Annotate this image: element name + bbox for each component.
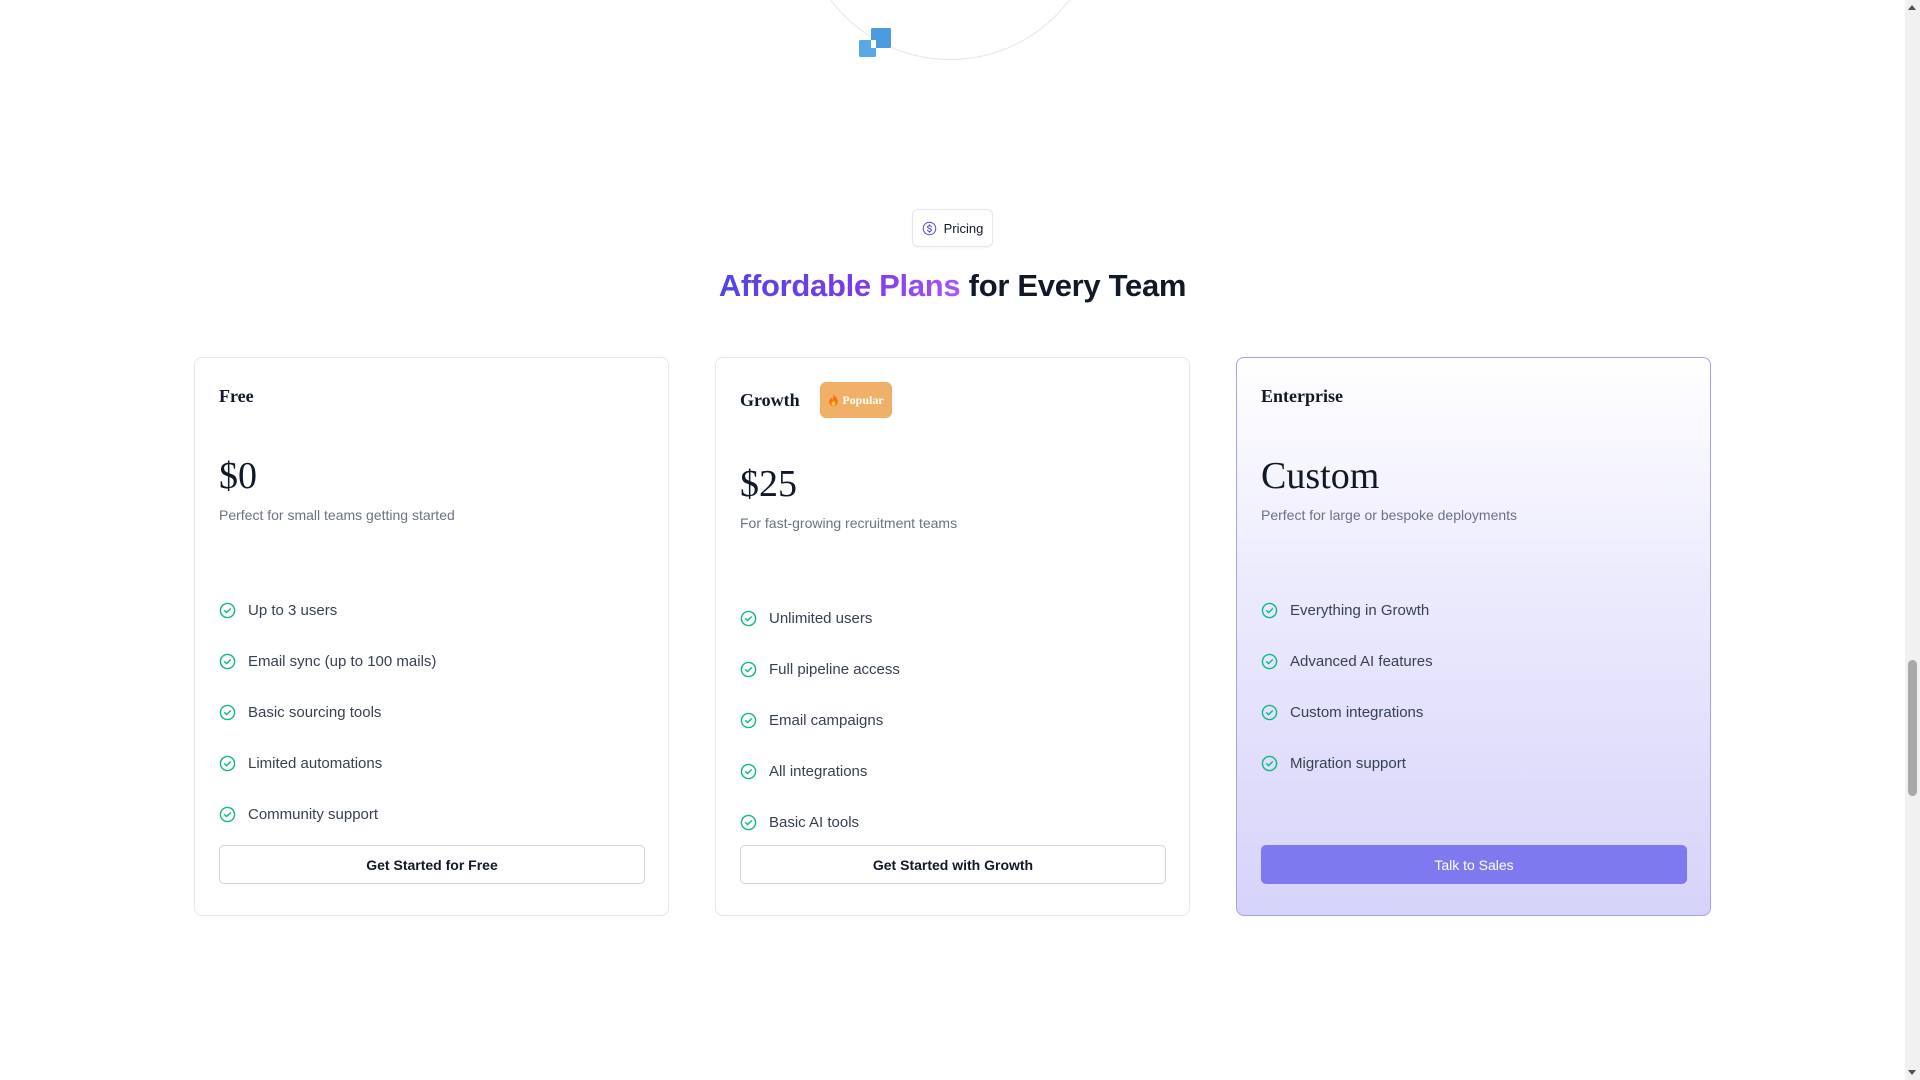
feature-text: Up to 3 users — [248, 602, 338, 619]
heading-highlight: Affordable Plans — [718, 268, 961, 303]
page: Pricing Affordable Plans for Every Team … — [0, 0, 1905, 1080]
plan-card-enterprise: Enterprise Custom Perfect for large or b… — [1236, 357, 1711, 916]
feature-text: Community support — [248, 806, 379, 823]
popular-badge-label: Popular — [842, 392, 884, 407]
feature-list: Unlimited users Full pipeline access Ema… — [740, 593, 900, 848]
plan-card-free: Free $0 Perfect for small teams getting … — [194, 357, 669, 916]
check-circle-icon — [219, 806, 236, 823]
plan-description: For fast-growing recruitment teams — [740, 515, 958, 531]
talk-to-sales-button[interactable]: Talk to Sales — [1261, 845, 1687, 884]
check-circle-icon — [740, 814, 757, 831]
feature-text: Basic AI tools — [769, 814, 860, 831]
check-circle-icon — [1261, 653, 1278, 670]
feature-text: Basic sourcing tools — [248, 704, 382, 721]
feature-text: Full pipeline access — [769, 661, 900, 678]
check-circle-icon — [219, 755, 236, 772]
scrollbar-thumb[interactable] — [1908, 660, 1917, 796]
check-circle-icon — [740, 763, 757, 780]
scroll-up-arrow-icon[interactable] — [1908, 5, 1916, 10]
feature-item: Custom integrations — [1261, 687, 1433, 738]
plan-name: Enterprise — [1261, 386, 1343, 406]
feature-text: Limited automations — [248, 755, 383, 772]
check-circle-icon — [1261, 602, 1278, 619]
get-started-free-button[interactable]: Get Started for Free — [219, 845, 645, 884]
check-circle-icon — [740, 712, 757, 729]
check-circle-icon — [219, 704, 236, 721]
check-circle-icon — [740, 661, 757, 678]
feature-item: Migration support — [1261, 738, 1433, 789]
feature-item: Unlimited users — [740, 593, 900, 644]
section-heading: Affordable Plans for Every Team — [0, 268, 1905, 304]
dollar-circle-icon — [922, 221, 936, 235]
vertical-scrollbar[interactable] — [1905, 0, 1920, 1080]
plan-description: Perfect for large or bespoke deployments — [1261, 507, 1518, 523]
plan-name: Growth — [740, 390, 800, 410]
plan-card-growth: Growth Popular $25 For fast-growing recr… — [715, 357, 1190, 916]
check-circle-icon — [1261, 755, 1278, 772]
feature-item: Advanced AI features — [1261, 636, 1433, 687]
feature-item: All integrations — [740, 746, 900, 797]
check-circle-icon — [219, 602, 236, 619]
feature-text: All integrations — [769, 763, 868, 780]
feature-item: Everything in Growth — [1261, 585, 1433, 636]
feature-item: Limited automations — [219, 738, 436, 789]
feature-text: Advanced AI features — [1290, 653, 1433, 670]
feature-text: Migration support — [1290, 755, 1406, 772]
popular-badge: Popular — [820, 382, 892, 418]
plan-price: $25 — [740, 463, 797, 505]
feature-item: Email sync (up to 100 mails) — [219, 636, 436, 687]
feature-item: Basic sourcing tools — [219, 687, 436, 738]
feature-item: Community support — [219, 789, 436, 840]
check-circle-icon — [740, 610, 757, 627]
check-circle-icon — [1261, 704, 1278, 721]
pricing-badge-label: Pricing — [943, 220, 984, 236]
get-started-growth-button[interactable]: Get Started with Growth — [740, 845, 1166, 884]
feature-text: Unlimited users — [769, 610, 873, 627]
scroll-down-arrow-icon[interactable] — [1908, 1070, 1916, 1075]
pricing-badge: Pricing — [912, 209, 993, 247]
decorative-circle — [800, 0, 1100, 60]
plan-name: Free — [219, 386, 254, 406]
feature-text: Custom integrations — [1290, 704, 1424, 721]
feature-list: Up to 3 users Email sync (up to 100 mail… — [219, 585, 436, 840]
feature-text: Everything in Growth — [1290, 602, 1430, 619]
plan-description: Perfect for small teams getting started — [219, 507, 455, 523]
plan-price: $0 — [219, 455, 257, 497]
feature-item: Basic AI tools — [740, 797, 900, 848]
feature-item: Full pipeline access — [740, 644, 900, 695]
flame-icon — [829, 393, 839, 407]
check-circle-icon — [219, 653, 236, 670]
feature-item: Up to 3 users — [219, 585, 436, 636]
feature-list: Everything in Growth Advanced AI feature… — [1261, 585, 1433, 789]
heading-rest: for Every Team — [960, 268, 1187, 303]
app-logo-icon — [859, 28, 891, 57]
feature-item: Email campaigns — [740, 695, 900, 746]
feature-text: Email sync (up to 100 mails) — [248, 653, 437, 670]
feature-text: Email campaigns — [769, 712, 884, 729]
plan-price: Custom — [1261, 455, 1380, 497]
